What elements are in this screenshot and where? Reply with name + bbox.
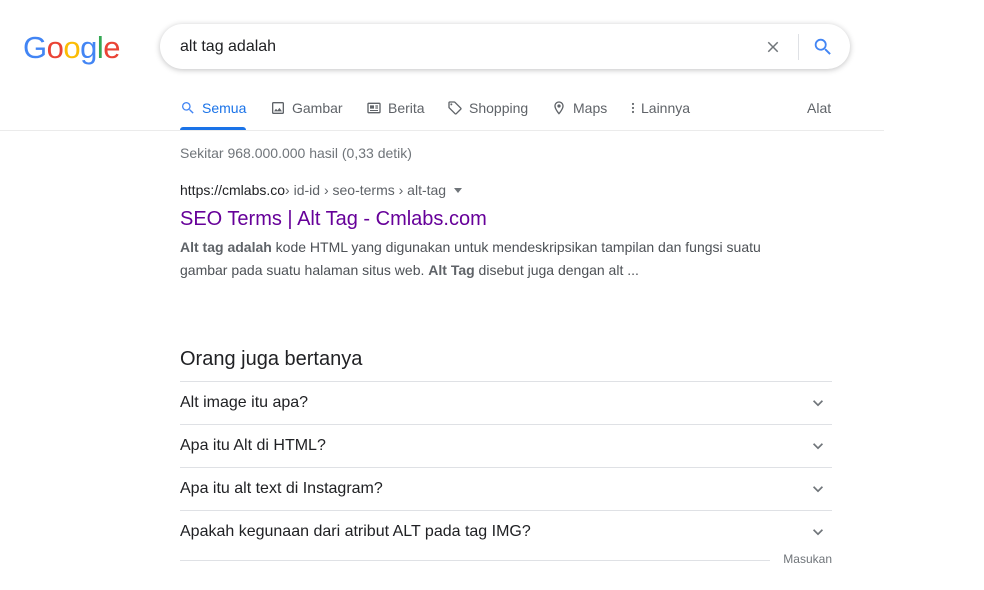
- tag-icon: [448, 101, 462, 115]
- chevron-down-icon: [806, 391, 830, 415]
- tab-label: Lainnya: [641, 100, 691, 116]
- logo-letter: G: [23, 30, 47, 65]
- paa-question-text: Apa itu Alt di HTML?: [180, 437, 326, 454]
- paa-question[interactable]: Apa itu Alt di HTML?: [180, 424, 832, 467]
- image-icon: [272, 102, 284, 114]
- feedback-link[interactable]: Masukan: [783, 552, 832, 566]
- result-title-link[interactable]: SEO Terms | Alt Tag - Cmlabs.com: [180, 206, 487, 232]
- paa-question-text: Apakah kegunaan dari atribut ALT pada ta…: [180, 523, 531, 540]
- google-logo[interactable]: Google: [23, 30, 121, 66]
- chevron-down-icon: [806, 434, 830, 458]
- search-divider: [798, 34, 799, 60]
- close-icon: [767, 41, 779, 53]
- chevron-down-icon: [806, 477, 830, 501]
- search-icon: [182, 102, 194, 114]
- paa-question[interactable]: Alt image itu apa?: [180, 381, 832, 424]
- news-icon: [367, 102, 381, 114]
- snippet-bold: Alt Tag: [428, 261, 475, 278]
- result-snippet: Alt tag adalah kode HTML yang digunakan …: [180, 236, 780, 281]
- tab-lainnya[interactable]: Lainnya: [627, 98, 690, 130]
- snippet-text: disebut juga dengan alt ...: [474, 261, 639, 278]
- search-input[interactable]: [180, 24, 740, 69]
- tab-label: Semua: [202, 100, 247, 116]
- tab-berita[interactable]: Berita: [366, 98, 425, 130]
- tab-shopping[interactable]: Shopping: [447, 98, 528, 130]
- search-result: https://cmlabs.co › id-id › seo-terms › …: [180, 181, 780, 281]
- paa-question-text: Apa itu alt text di Instagram?: [180, 480, 383, 497]
- result-url-path: › id-id › seo-terms › alt-tag: [285, 182, 447, 198]
- paa-list: Alt image itu apa? Apa itu Alt di HTML? …: [180, 381, 832, 553]
- logo-letter: e: [103, 30, 121, 65]
- search-button[interactable]: [810, 34, 836, 60]
- logo-letter: o: [63, 30, 81, 65]
- more-vert-icon: [631, 102, 635, 114]
- search-tabs: Semua Gambar Berita Shopping Maps Lainny…: [0, 98, 884, 131]
- tab-label: Maps: [573, 100, 608, 116]
- paa-footer: Masukan: [180, 552, 832, 570]
- result-url-domain: https://cmlabs.co: [180, 182, 286, 198]
- result-url[interactable]: https://cmlabs.co › id-id › seo-terms › …: [180, 181, 780, 199]
- logo-letter: o: [46, 30, 64, 65]
- paa-question[interactable]: Apakah kegunaan dari atribut ALT pada ta…: [180, 510, 832, 553]
- tab-maps[interactable]: Maps: [551, 98, 607, 130]
- clear-search-button[interactable]: [761, 35, 785, 59]
- result-stats: Sekitar 968.000.000 hasil (0,33 detik): [180, 145, 412, 161]
- search-icon: [814, 38, 831, 55]
- tab-label: Shopping: [469, 100, 529, 116]
- tools-button[interactable]: Alat: [807, 98, 831, 130]
- tools-label: Alat: [807, 100, 832, 116]
- tabs-divider: [0, 130, 884, 131]
- tab-label: Berita: [388, 100, 425, 116]
- tab-label: Gambar: [292, 100, 343, 116]
- logo-letter: g: [80, 30, 97, 65]
- paa-footer-divider: [180, 560, 770, 561]
- paa-question[interactable]: Apa itu alt text di Instagram?: [180, 467, 832, 510]
- snippet-bold: Alt tag adalah: [180, 239, 272, 255]
- paa-question-text: Alt image itu apa?: [180, 394, 309, 411]
- map-pin-icon: [554, 101, 564, 115]
- tab-gambar[interactable]: Gambar: [270, 98, 343, 130]
- tab-semua[interactable]: Semua: [180, 98, 247, 130]
- chevron-down-icon: [806, 520, 830, 544]
- caret-down-icon[interactable]: [454, 188, 463, 193]
- paa-heading: Orang juga bertanya: [180, 348, 363, 370]
- search-box: [160, 24, 850, 69]
